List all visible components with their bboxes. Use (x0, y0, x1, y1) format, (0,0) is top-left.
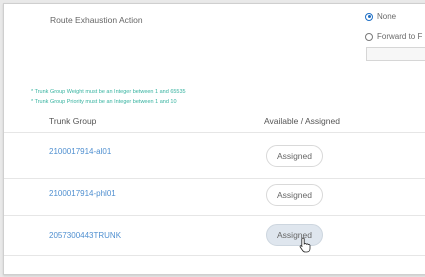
radio-label-forward: Forward to F (377, 32, 423, 41)
header-divider (4, 132, 425, 133)
row-divider (4, 255, 425, 256)
priority-note: * Trunk Group Priority must be an Intege… (31, 99, 177, 105)
row-divider (4, 178, 425, 179)
trunk-group-link[interactable]: 2100017914-phl01 (49, 189, 116, 198)
assigned-button[interactable]: Assigned (266, 184, 323, 206)
trunk-group-link[interactable]: 2057300443TRUNK (49, 231, 121, 240)
radio-option-none[interactable]: None (365, 12, 396, 21)
radio-button-icon[interactable] (365, 32, 373, 41)
column-header-trunk-group: Trunk Group (49, 116, 97, 126)
radio-option-forward[interactable]: Forward to F (365, 32, 422, 41)
row-divider (4, 215, 425, 216)
column-header-available-assigned: Available / Assigned (264, 116, 340, 126)
radio-button-icon[interactable] (365, 12, 373, 21)
weight-note: * Trunk Group Weight must be an Integer … (31, 89, 186, 95)
assigned-button[interactable]: Assigned (266, 224, 323, 246)
assigned-button[interactable]: Assigned (266, 145, 323, 167)
trunk-group-panel: Route Exhaustion Action None Forward to … (3, 3, 425, 275)
forward-to-input[interactable] (366, 47, 425, 61)
route-exhaustion-label: Route Exhaustion Action (50, 15, 143, 25)
trunk-group-link[interactable]: 2100017914-al01 (49, 147, 111, 156)
hand-cursor-icon (299, 237, 311, 253)
radio-label-none: None (377, 12, 397, 21)
